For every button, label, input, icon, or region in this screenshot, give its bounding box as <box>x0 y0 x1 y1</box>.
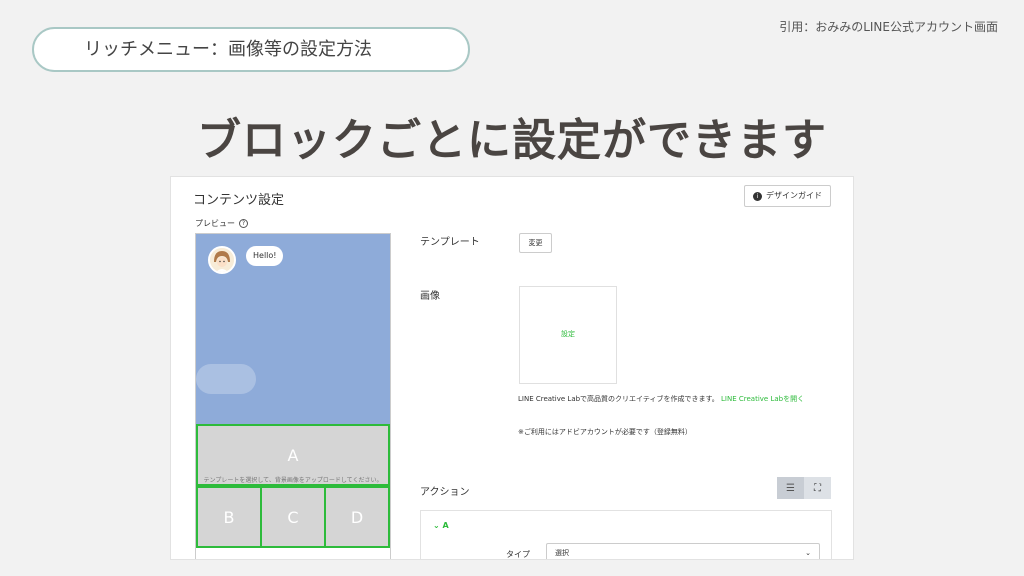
preview-label: プレビュー ? <box>195 218 248 229</box>
expand-view-icon[interactable]: ⛶ <box>804 477 831 499</box>
change-template-button[interactable]: 変更 <box>519 233 552 253</box>
menu-block-d[interactable]: D <box>324 486 390 548</box>
avatar <box>208 246 236 274</box>
creative-lab-link[interactable]: LINE Creative Labを開く <box>721 395 804 403</box>
menu-block-b[interactable]: B <box>196 486 262 548</box>
adobe-note: ※ご利用にはアドビアカウントが必要です（登録無料） <box>518 428 692 436</box>
help-icon[interactable]: ? <box>239 219 248 228</box>
image-upload-box[interactable]: 設定 <box>519 286 617 384</box>
preview-phone: Hello! A テンプレートを選択して、背景画像をアップロードしてください。 … <box>195 233 391 559</box>
headline: ブロックごとに設定ができます <box>197 115 827 166</box>
info-icon: i <box>753 191 762 201</box>
view-toggle: ☰ ⛶ <box>777 477 832 499</box>
image-label: 画像 <box>420 291 440 302</box>
creative-lab-description: LINE Creative Labで高品質のクリエイティブを作成できます。 LI… <box>518 393 838 406</box>
citation: 引用：おみみのLINE公式アカウント画面 <box>779 20 998 34</box>
action-block-a: ⌄ A タイプ 選択 ⌄ <box>420 510 832 559</box>
avatar-illustration <box>210 248 234 272</box>
chat-area: Hello! <box>196 234 390 424</box>
type-label: タイプ <box>506 550 530 559</box>
chat-bubble: Hello! <box>246 246 284 266</box>
panel-title: コンテンツ設定 <box>193 193 285 208</box>
preview-label-text: プレビュー <box>195 219 235 228</box>
action-label: アクション <box>420 487 470 498</box>
chevron-down-icon: ⌄ <box>805 549 811 557</box>
type-select-value: 選択 <box>555 549 569 557</box>
image-set-link[interactable]: 設定 <box>520 329 616 339</box>
content-settings-panel: コンテンツ設定 i デザインガイド プレビュー ? Hello! A テンプレー… <box>170 176 854 560</box>
template-label: テンプレート <box>420 237 480 248</box>
action-block-name: A <box>442 521 449 530</box>
type-select[interactable]: 選択 ⌄ <box>546 543 820 559</box>
cloud-decoration <box>196 364 256 394</box>
desc-text: LINE Creative Labで高品質のクリエイティブを作成できます。 <box>518 395 719 403</box>
list-view-icon[interactable]: ☰ <box>777 477 804 499</box>
section-title-pill: リッチメニュー：画像等の設定方法 <box>32 27 470 72</box>
design-guide-label: デザインガイド <box>766 191 822 200</box>
action-block-header[interactable]: ⌄ A <box>433 521 449 530</box>
menu-block-c[interactable]: C <box>260 486 326 548</box>
rich-menu-preview: A テンプレートを選択して、背景画像をアップロードしてください。 B C D <box>196 424 390 548</box>
chevron-down-icon: ⌄ <box>433 521 440 530</box>
design-guide-button[interactable]: i デザインガイド <box>744 185 831 207</box>
